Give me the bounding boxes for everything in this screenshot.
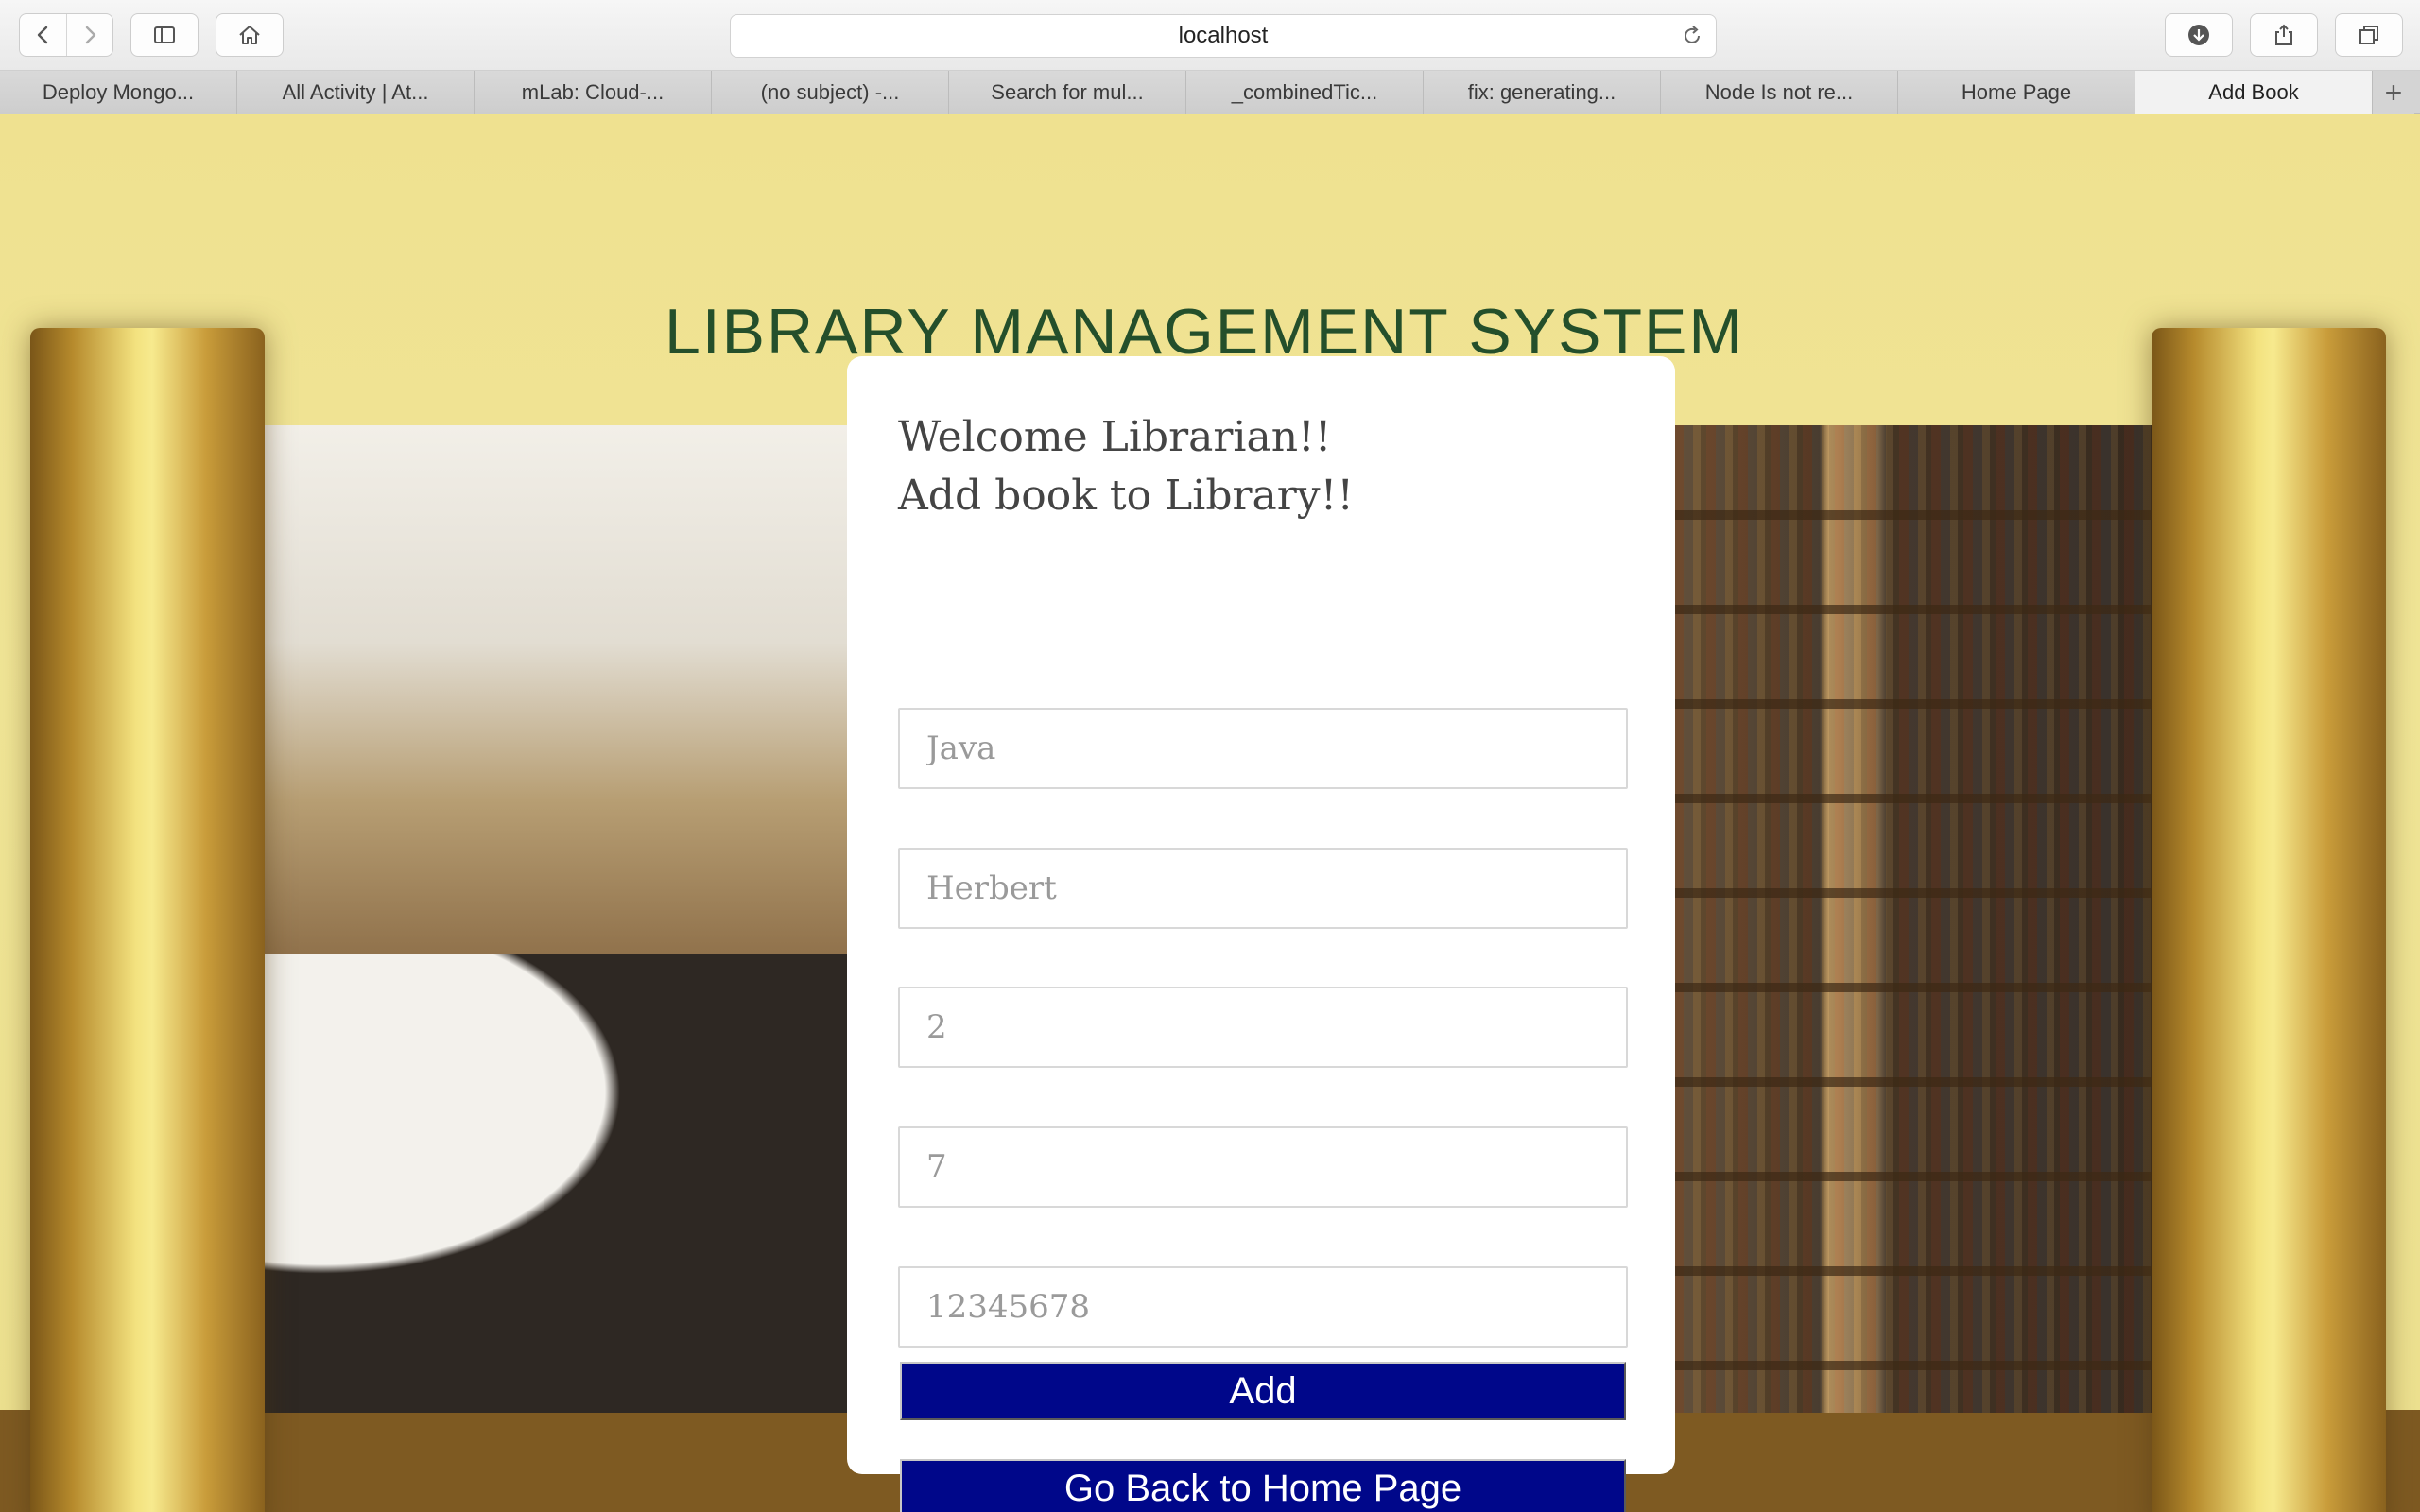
new-tab-button[interactable]: + bbox=[2373, 71, 2414, 114]
tab-label: Add Book bbox=[2208, 80, 2299, 104]
welcome-heading: Welcome Librarian!! bbox=[898, 413, 1332, 461]
go-back-home-button[interactable]: Go Back to Home Page bbox=[900, 1459, 1626, 1512]
right-pillar bbox=[2152, 328, 2386, 1512]
plus-icon: + bbox=[2384, 75, 2403, 110]
home-icon bbox=[239, 26, 260, 44]
left-pillar bbox=[30, 328, 265, 1512]
reload-icon[interactable] bbox=[1680, 24, 1704, 48]
tab-mlab[interactable]: mLab: Cloud-... bbox=[475, 71, 712, 114]
back-icon bbox=[37, 26, 47, 44]
address-text: localhost bbox=[1178, 23, 1269, 48]
quantity-input[interactable] bbox=[898, 987, 1628, 1068]
tab-label: Deploy Mongo... bbox=[42, 80, 195, 104]
author-input[interactable] bbox=[898, 848, 1628, 929]
home-toolbar-button[interactable] bbox=[216, 13, 284, 57]
tab-label: Node Is not re... bbox=[1704, 80, 1854, 104]
tab-label: mLab: Cloud-... bbox=[521, 80, 665, 104]
tab-label: Search for mul... bbox=[991, 80, 1144, 104]
sidebar-icon bbox=[154, 26, 175, 43]
browser-toolbar: localhost bbox=[0, 0, 2420, 71]
tab-home-page[interactable]: Home Page bbox=[1898, 71, 2135, 114]
book-title-input[interactable] bbox=[898, 708, 1628, 789]
add-book-heading: Add book to Library!! bbox=[898, 472, 1355, 520]
tabs-overview-button[interactable] bbox=[2335, 13, 2403, 57]
tab-bar: Deploy Mongo... All Activity | At... mLa… bbox=[0, 71, 2420, 114]
forward-icon bbox=[85, 26, 96, 44]
tab-fix-generating[interactable]: fix: generating... bbox=[1424, 71, 1661, 114]
bookshelves-image bbox=[1674, 425, 2159, 1413]
shelf-boards bbox=[1674, 425, 2159, 1413]
tab-label: (no subject) -... bbox=[760, 80, 900, 104]
navigation-buttons bbox=[19, 13, 113, 57]
add-button[interactable]: Add bbox=[900, 1362, 1626, 1420]
tab-all-activity[interactable]: All Activity | At... bbox=[237, 71, 475, 114]
isbn-input[interactable] bbox=[898, 1266, 1628, 1348]
tab-label: Home Page bbox=[1961, 80, 2072, 104]
reading-desk-image bbox=[263, 954, 849, 1413]
forward-button[interactable] bbox=[66, 14, 112, 56]
tab-label: fix: generating... bbox=[1467, 80, 1616, 104]
back-button[interactable] bbox=[20, 14, 66, 56]
tab-label: All Activity | At... bbox=[282, 80, 429, 104]
tab-no-subject[interactable]: (no subject) -... bbox=[712, 71, 949, 114]
copies-input[interactable] bbox=[898, 1126, 1628, 1208]
share-icon bbox=[2275, 24, 2292, 45]
share-button[interactable] bbox=[2250, 13, 2318, 57]
tab-add-book[interactable]: Add Book bbox=[2135, 71, 2373, 114]
page-viewport: LIBRARY MANAGEMENT SYSTEM Welcome Librar… bbox=[0, 115, 2420, 1512]
download-icon bbox=[2188, 25, 2209, 45]
sidebar-button[interactable] bbox=[130, 13, 199, 57]
tab-combined[interactable]: _combinedTic... bbox=[1186, 71, 1424, 114]
tab-deploy-mongo[interactable]: Deploy Mongo... bbox=[0, 71, 237, 114]
tab-label: _combinedTic... bbox=[1231, 80, 1378, 104]
tab-search[interactable]: Search for mul... bbox=[949, 71, 1186, 114]
downloads-button[interactable] bbox=[2165, 13, 2233, 57]
address-bar[interactable]: localhost bbox=[730, 14, 1717, 58]
add-book-form: Welcome Librarian!! Add book to Library!… bbox=[847, 356, 1675, 1512]
tabs-overview-icon bbox=[2360, 26, 2378, 44]
tab-node[interactable]: Node Is not re... bbox=[1661, 71, 1898, 114]
